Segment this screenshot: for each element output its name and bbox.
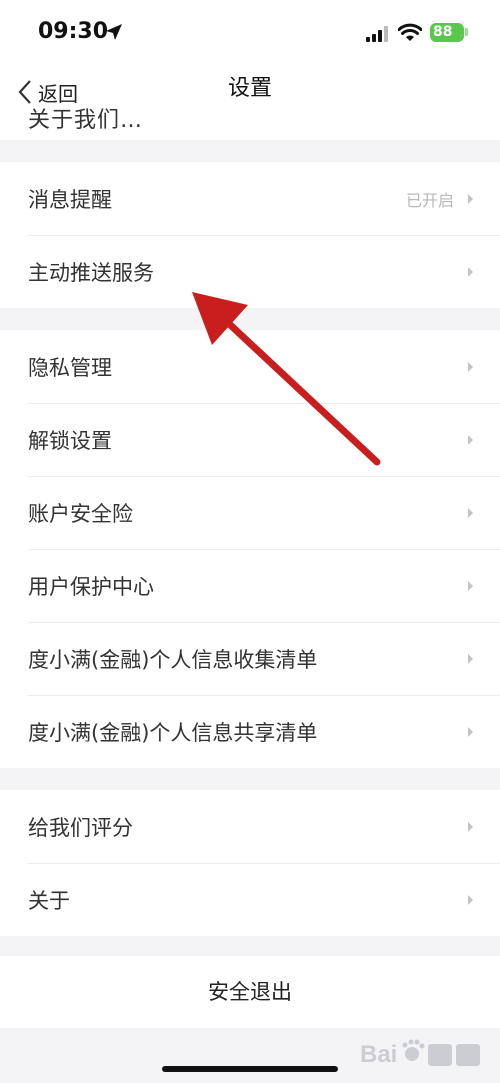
chevron-right-icon — [468, 434, 473, 445]
item-label: 解锁设置 — [28, 428, 112, 453]
item-label: 度小满(金融)个人信息收集清单 — [28, 647, 318, 672]
chevron-right-icon — [468, 894, 473, 905]
item-value: 已开启 — [405, 190, 454, 210]
item-label: 账户安全险 — [28, 501, 133, 526]
wifi-icon — [398, 23, 422, 41]
item-label: 关于 — [28, 888, 70, 913]
chevron-right-icon — [468, 266, 473, 277]
settings-item-info-collection[interactable]: 度小满(金融)个人信息收集清单 — [0, 622, 500, 695]
battery-level: 88 — [433, 24, 453, 40]
settings-item-unlock[interactable]: 解锁设置 — [0, 403, 500, 476]
chevron-right-icon — [468, 193, 473, 204]
location-arrow-icon — [106, 24, 122, 40]
item-label: 给我们评分 — [28, 815, 133, 840]
item-label: 隐私管理 — [28, 355, 112, 380]
settings-item-account-insurance[interactable]: 账户安全险 — [0, 476, 500, 549]
item-label: 度小满(金融)个人信息共享清单 — [28, 720, 318, 745]
nav-bar: 返回 设置 关于我们… — [0, 64, 500, 140]
battery-indicator: 88 — [430, 23, 464, 42]
settings-group-notifications: 消息提醒 已开启 主动推送服务 — [0, 162, 500, 308]
logout-button[interactable]: 安全退出 — [0, 956, 500, 1028]
item-label: 主动推送服务 — [28, 260, 154, 285]
watermark-logo: Bai — [360, 1039, 480, 1068]
status-time: 09:30 — [38, 19, 109, 44]
cellular-signal-icon — [366, 26, 388, 42]
battery-tip — [465, 28, 468, 36]
settings-item-info-sharing[interactable]: 度小满(金融)个人信息共享清单 — [0, 695, 500, 768]
partial-list-item[interactable]: 关于我们… — [28, 102, 143, 134]
item-label: 用户保护中心 — [28, 574, 154, 599]
home-indicator[interactable] — [162, 1066, 338, 1072]
settings-item-rate-us[interactable]: 给我们评分 — [0, 790, 500, 863]
settings-group-privacy: 隐私管理 解锁设置 账户安全险 用户保护中心 度小满(金融)个人信息收集清单 度… — [0, 330, 500, 768]
chevron-right-icon — [468, 821, 473, 832]
settings-item-push-service[interactable]: 主动推送服务 — [0, 235, 500, 308]
chevron-right-icon — [468, 507, 473, 518]
status-bar: 09:30 88 — [0, 0, 500, 64]
chevron-right-icon — [468, 580, 473, 591]
chevron-right-icon — [468, 726, 473, 737]
chevron-right-icon — [468, 653, 473, 664]
settings-item-privacy[interactable]: 隐私管理 — [0, 330, 500, 403]
svg-text:Bai: Bai — [360, 1041, 397, 1068]
settings-group-about: 给我们评分 关于 — [0, 790, 500, 936]
settings-item-message-reminder[interactable]: 消息提醒 已开启 — [0, 162, 500, 235]
settings-item-user-protection[interactable]: 用户保护中心 — [0, 549, 500, 622]
settings-item-about[interactable]: 关于 — [0, 863, 500, 936]
page-title: 设置 — [227, 76, 272, 101]
item-label: 消息提醒 — [28, 187, 112, 212]
chevron-right-icon — [468, 361, 473, 372]
